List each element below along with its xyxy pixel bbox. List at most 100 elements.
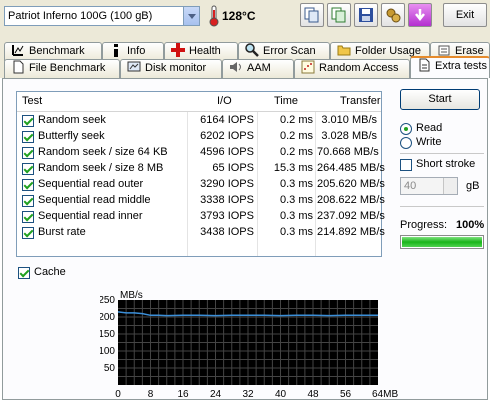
write-label[interactable]: Write <box>416 136 441 148</box>
download-button[interactable] <box>408 3 432 27</box>
cache-checkbox[interactable] <box>18 267 30 279</box>
cell-transfer: 3.010 MB/s <box>321 114 377 126</box>
header-time[interactable]: Time <box>274 95 298 107</box>
cell-test: Random seek / size 8 MB <box>38 162 164 174</box>
x-tick-label: 24 <box>210 389 222 400</box>
table-row[interactable]: Random seek 6164 IOPS 0.2 ms 3.010 MB/s <box>17 113 381 129</box>
short-stroke-checkbox[interactable] <box>400 159 412 171</box>
short-stroke-label[interactable]: Short stroke <box>416 158 475 170</box>
row-checkbox[interactable] <box>22 147 34 159</box>
row-checkbox[interactable] <box>22 211 34 223</box>
read-radio[interactable] <box>400 123 412 135</box>
health-cross-icon <box>171 43 185 57</box>
copy-text-button[interactable] <box>327 3 351 27</box>
row-checkbox[interactable] <box>22 195 34 207</box>
tab-info-label: Info <box>127 45 146 57</box>
table-row[interactable]: Burst rate 3438 IOPS 0.3 ms 214.892 MB/s <box>17 225 385 241</box>
x-tick-label: 0 <box>115 389 121 400</box>
cell-test: Butterfly seek <box>38 130 105 142</box>
cell-transfer: 264.485 MB/s <box>317 162 385 174</box>
cache-label[interactable]: Cache <box>34 266 66 278</box>
tab-file-benchmark[interactable]: File Benchmark <box>4 59 120 78</box>
cell-test: Sequential read outer <box>38 178 144 190</box>
tab-health-label: Health <box>189 45 221 57</box>
y-tick-label: 50 <box>104 363 116 374</box>
table-row[interactable]: Sequential read outer 3290 IOPS 0.3 ms 205.… <box>17 177 385 193</box>
cell-time: 0.3 ms <box>279 226 313 238</box>
exit-button[interactable]: Exit <box>443 3 487 27</box>
tab-aam-label: AAM <box>247 62 271 74</box>
table-row[interactable]: Sequential read inner 3793 IOPS 0.3 ms 237.… <box>17 209 385 225</box>
y-tick-label: 250 <box>100 295 115 306</box>
options-button[interactable] <box>381 3 405 27</box>
table-row[interactable]: Random seek / size 64 KB 4596 IOPS 0.2 ms 7… <box>17 145 381 161</box>
download-arrow-icon <box>415 9 425 22</box>
progress-bar <box>400 235 484 249</box>
cell-io: 3793 IOPS <box>200 210 254 222</box>
row-checkbox[interactable] <box>22 131 34 143</box>
tab-random-access-label: Random Access <box>319 62 399 74</box>
cell-transfer: 214.892 MB/s <box>317 226 385 238</box>
cell-io: 4596 IOPS <box>200 146 254 158</box>
chevron-down-icon[interactable] <box>183 7 199 25</box>
cell-transfer: 70.668 MB/s <box>317 146 379 158</box>
tab-file-benchmark-label: File Benchmark <box>29 62 106 74</box>
cell-transfer: 208.622 MB/s <box>317 194 385 206</box>
chart-svg: 250 200 150 100 50 0 8 16 24 32 40 48 56 64MB MB/s <box>98 290 398 400</box>
tab-error-scan-label: Error Scan <box>263 45 316 57</box>
tab-random-access[interactable]: Random Access <box>294 59 410 78</box>
cell-io: 3438 IOPS <box>200 226 254 238</box>
row-checkbox[interactable] <box>22 179 34 191</box>
progress-fill <box>402 237 482 247</box>
header-io[interactable]: I/O <box>217 95 232 107</box>
copy-button[interactable] <box>300 3 324 27</box>
tab-extra-tests[interactable]: Extra tests <box>410 56 490 78</box>
scatter-icon <box>301 60 315 74</box>
header-transfer[interactable]: Transfer <box>340 95 381 107</box>
drive-select[interactable]: Patriot Inferno 100G (100 gB) <box>4 6 200 26</box>
row-checkbox[interactable] <box>22 115 34 127</box>
header-test[interactable]: Test <box>22 95 42 107</box>
spin-arrows-icon[interactable] <box>443 178 457 194</box>
tab-benchmark-label: Benchmark <box>29 45 85 57</box>
tab-aam[interactable]: AAM <box>222 59 294 78</box>
monitor-icon <box>127 60 141 74</box>
cell-time: 0.2 ms <box>279 114 313 126</box>
y-tick-label: 100 <box>100 346 115 357</box>
floppy-disk-icon <box>359 8 373 22</box>
transfer-rate-chart: 250 200 150 100 50 0 8 16 24 32 40 48 56 64MB MB/s <box>98 286 400 400</box>
cell-time: 0.2 ms <box>279 146 313 158</box>
progress-label: Progress: <box>400 219 448 231</box>
extra-tests-icon <box>417 58 431 72</box>
table-header: Test I/O Time Transfer <box>17 92 381 112</box>
table-row[interactable]: Butterfly seek 6202 IOPS 0.2 ms 3.028 MB/s <box>17 129 381 145</box>
x-tick-label: 64MB <box>372 389 398 400</box>
read-label[interactable]: Read <box>416 122 442 134</box>
cell-test: Sequential read middle <box>38 194 151 206</box>
info-icon <box>109 43 123 57</box>
file-icon <box>11 60 25 74</box>
cell-io: 65 IOPS <box>212 162 254 174</box>
cell-test: Random seek <box>38 114 106 126</box>
x-tick-label: 40 <box>275 389 287 400</box>
tab-disk-monitor[interactable]: Disk monitor <box>120 59 222 78</box>
cell-test: Sequential read inner <box>38 210 143 222</box>
cell-time: 0.3 ms <box>279 194 313 206</box>
x-tick-label: 32 <box>242 389 254 400</box>
cell-time: 0.2 ms <box>279 130 313 142</box>
cell-transfer: 205.620 MB/s <box>317 178 385 190</box>
write-radio[interactable] <box>400 137 412 149</box>
table-row[interactable]: Sequential read middle 3338 IOPS 0.3 ms 208… <box>17 193 385 209</box>
cell-time: 0.3 ms <box>279 210 313 222</box>
thermometer-icon <box>209 5 219 27</box>
short-stroke-size-input[interactable]: 40 <box>400 177 458 195</box>
row-checkbox[interactable] <box>22 227 34 239</box>
progress-value: 100% <box>456 219 485 231</box>
table-row[interactable]: Random seek / size 8 MB 65 IOPS 15.3 ms 264… <box>17 161 385 177</box>
settings-icon <box>386 8 401 23</box>
save-button[interactable] <box>354 3 378 27</box>
divider <box>400 153 484 154</box>
x-tick-label: 56 <box>340 389 352 400</box>
start-button[interactable]: Start <box>400 89 480 110</box>
row-checkbox[interactable] <box>22 163 34 175</box>
